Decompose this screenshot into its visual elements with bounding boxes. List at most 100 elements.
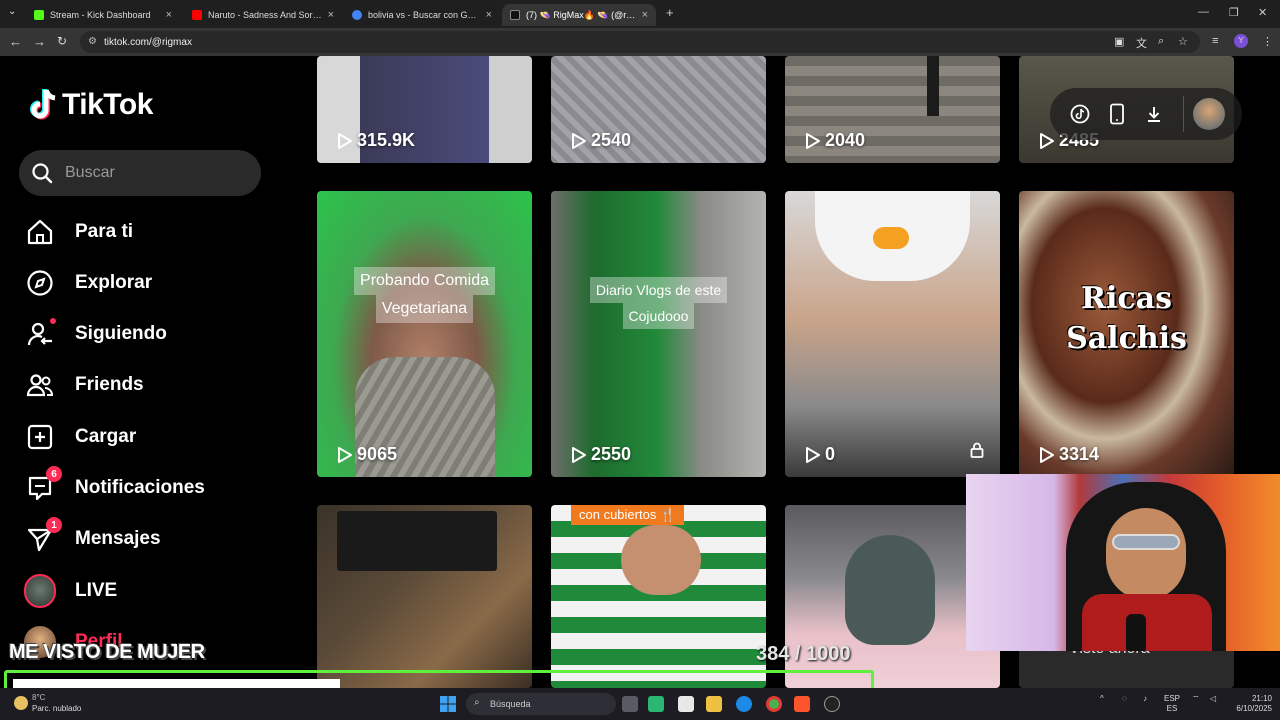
profile-avatar-icon[interactable]: Y [1234, 34, 1248, 48]
tab-label: Naruto - Sadness And Sorrow ( [208, 10, 322, 20]
notification-badge: 6 [46, 466, 62, 482]
tray-chevron-icon[interactable]: ^ [1100, 694, 1104, 704]
video-card[interactable]: 0 [785, 191, 1000, 477]
reading-list-icon[interactable]: ≡ [1212, 35, 1218, 47]
sidebar-item-mensajes[interactable]: 1 Mensajes [24, 517, 161, 559]
language-indicator[interactable]: ESP ES [1164, 694, 1180, 714]
play-icon [1040, 132, 1054, 149]
video-card[interactable]: con cubiertos 🍴 [551, 505, 766, 688]
chrome-icon[interactable] [766, 696, 782, 712]
bookmark-star-icon[interactable]: ☆ [1178, 35, 1188, 48]
site-info-icon[interactable]: ⚙ [88, 36, 97, 47]
tab-google-search[interactable]: bolivia vs - Buscar con Google × [344, 4, 500, 26]
sidebar-item-notificaciones[interactable]: 6 Notificaciones [24, 466, 205, 508]
close-tab-icon[interactable]: × [166, 9, 172, 21]
play-icon [1040, 446, 1054, 463]
view-count: 2540 [571, 130, 631, 151]
browser-toolbar: ← → ↻ ⚙ tiktok.com/@rigmax ▣ 文 ⌕ ☆ ≡ Y ⋮ [0, 28, 1280, 56]
search-icon: ⌕ [474, 697, 480, 708]
nav-label: Explorar [75, 272, 153, 293]
tab-tiktok-rigmax[interactable]: (7) 👒 RigMax🔥 👒 (@rigm × [502, 4, 656, 26]
start-windows-icon[interactable] [440, 696, 456, 712]
sidebar-item-para-ti[interactable]: Para ti [24, 212, 133, 252]
zoom-icon[interactable]: ⌕ [1158, 35, 1164, 48]
translate-icon[interactable]: 文 [1136, 35, 1147, 51]
sidebar-item-cargar[interactable]: Cargar [24, 417, 136, 457]
tiktok-logo[interactable]: TikTok [28, 88, 153, 122]
person-silhouette [927, 56, 939, 116]
video-card[interactable]: Probando Comida Vegetariana 9065 [317, 191, 532, 477]
tab-search-dropdown-icon[interactable]: ⌄ [8, 6, 16, 17]
video-card[interactable]: 315.9K [317, 56, 532, 163]
sunglasses-shape [1112, 534, 1180, 550]
cast-icon[interactable]: ▣ [1114, 35, 1124, 48]
new-tab-icon[interactable]: + [666, 5, 674, 20]
account-avatar[interactable] [1183, 96, 1227, 132]
sidebar-item-friends[interactable]: Friends [24, 365, 144, 405]
penguin-beak [873, 227, 909, 249]
app-icon[interactable] [678, 696, 694, 712]
tab-kick-dashboard[interactable]: Stream - Kick Dashboard × [26, 4, 180, 26]
face-shape [621, 525, 701, 595]
video-card[interactable] [317, 505, 532, 688]
app-icon[interactable] [648, 696, 664, 712]
video-card[interactable]: 2540 [551, 56, 766, 163]
tray-icon[interactable]: ◌ [1122, 694, 1127, 704]
streamer-face [1106, 508, 1186, 600]
maximize-icon[interactable]: ❐ [1229, 6, 1239, 19]
play-icon [572, 446, 586, 463]
address-bar[interactable]: ⚙ tiktok.com/@rigmax [80, 31, 1200, 53]
cat-shape [845, 535, 935, 645]
brave-icon[interactable] [794, 696, 810, 712]
message-badge: 1 [46, 517, 62, 533]
microphone-shape [1126, 614, 1146, 651]
webcam-overlay [966, 474, 1280, 651]
reload-icon[interactable]: ↻ [57, 34, 67, 48]
obs-icon[interactable] [824, 696, 840, 712]
inbox-icon: 6 [24, 466, 62, 504]
file-explorer-icon[interactable] [706, 696, 722, 712]
notification-dot [50, 318, 56, 324]
search-input[interactable]: Buscar [19, 150, 261, 196]
search-icon [32, 163, 53, 184]
sidebar-item-explorar[interactable]: Explorar [24, 263, 152, 303]
wifi-icon[interactable]: ⌔ [1192, 694, 1200, 704]
forward-icon[interactable]: → [33, 34, 46, 49]
nav-label: Siguiendo [75, 323, 167, 344]
search-placeholder: Buscar [65, 164, 115, 181]
lock-icon [970, 442, 984, 463]
close-tab-icon[interactable]: × [642, 9, 648, 21]
weather-desc: Parc. nublado [32, 704, 82, 713]
browser-tab-bar: ⌄ Stream - Kick Dashboard × Naruto - Sad… [0, 0, 1280, 28]
back-icon[interactable]: ← [9, 34, 22, 49]
play-icon [806, 446, 820, 463]
microphone-icon[interactable]: ♪ [1143, 694, 1147, 704]
taskbar-search[interactable]: ⌕ Búsqueda [466, 693, 616, 715]
menu-kebab-icon[interactable]: ⋮ [1262, 35, 1273, 48]
sidebar-item-live[interactable]: LIVE [24, 571, 117, 611]
weather-icon [14, 696, 28, 710]
clock[interactable]: 21:10 6/10/2025 [1228, 694, 1272, 714]
send-icon: 1 [24, 517, 62, 555]
video-card[interactable]: 2040 [785, 56, 1000, 163]
tab-naruto[interactable]: Naruto - Sadness And Sorrow ( × [184, 4, 342, 26]
compass-icon [24, 267, 56, 299]
following-icon [24, 318, 56, 350]
tiktok-logo-icon [28, 88, 58, 122]
video-card[interactable]: Diario Vlogs de este Cojudooo 2550 [551, 191, 766, 477]
close-window-icon[interactable]: ✕ [1258, 6, 1267, 19]
edge-icon[interactable] [736, 696, 752, 712]
volume-icon[interactable]: ◁ [1210, 694, 1216, 704]
download-icon[interactable] [1136, 96, 1172, 132]
video-card[interactable]: Ricas Salchis 3314 [1019, 191, 1234, 477]
minimize-icon[interactable]: — [1198, 6, 1209, 18]
phone-icon[interactable] [1099, 96, 1135, 132]
close-tab-icon[interactable]: × [328, 9, 334, 21]
live-avatar [24, 574, 56, 608]
task-view-icon[interactable] [622, 696, 638, 712]
sidebar-item-siguiendo[interactable]: Siguiendo [24, 314, 167, 354]
video-caption: Ricas Salchis [1066, 281, 1187, 356]
tiktok-circle-icon[interactable] [1062, 96, 1098, 132]
close-tab-icon[interactable]: × [486, 9, 492, 21]
url-text: tiktok.com/@rigmax [104, 36, 192, 48]
